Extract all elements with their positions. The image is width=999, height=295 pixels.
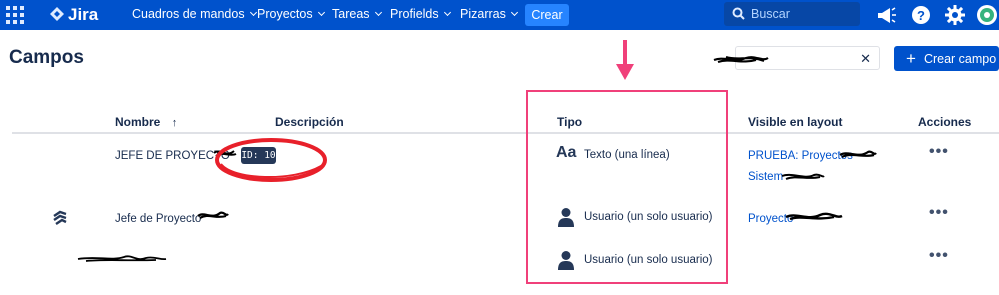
annotation-arrow-down-icon xyxy=(616,40,634,80)
nav-item-dashboards[interactable]: Cuadros de mandos xyxy=(132,7,257,21)
field-name: Jefe de Proyecto xyxy=(115,213,202,225)
redaction-scribble xyxy=(713,55,769,64)
jira-logo-icon xyxy=(50,7,64,21)
settings-icon[interactable] xyxy=(944,4,966,26)
column-header-actions: Acciones xyxy=(918,115,972,129)
redaction-scribble xyxy=(197,211,229,219)
search-placeholder: Buscar xyxy=(751,7,790,21)
annotation-highlight-box xyxy=(526,90,728,284)
field-app-icon xyxy=(53,210,67,225)
column-header-description: Descripción xyxy=(275,115,344,129)
app-switcher-icon[interactable] xyxy=(6,6,24,24)
layout-link[interactable]: Sistem xyxy=(748,171,783,183)
table-header-divider xyxy=(12,132,999,134)
search-input[interactable]: Buscar xyxy=(724,2,860,26)
create-button[interactable]: Crear xyxy=(525,4,569,26)
clear-filter-icon[interactable]: ✕ xyxy=(860,51,871,67)
add-field-label: Crear campo xyxy=(923,52,997,66)
avatar[interactable] xyxy=(976,4,998,26)
column-header-name[interactable]: Nombre ↑ xyxy=(115,115,177,129)
chevron-down-icon xyxy=(510,8,518,17)
search-icon xyxy=(732,7,745,20)
nav-item-projects[interactable]: Proyectos xyxy=(257,7,325,21)
chevron-down-icon xyxy=(443,8,451,17)
add-field-button[interactable]: + Crear campo xyxy=(894,46,999,71)
chevron-down-icon xyxy=(317,8,325,17)
chevron-down-icon xyxy=(249,8,257,17)
nav-item-profields[interactable]: Profields xyxy=(390,7,451,21)
sort-ascending-icon: ↑ xyxy=(171,117,178,129)
nav-item-issues[interactable]: Tareas xyxy=(332,7,382,21)
svg-text:?: ? xyxy=(917,8,925,23)
annotation-circle xyxy=(215,138,327,182)
nav-item-boards[interactable]: Pizarras xyxy=(460,7,518,21)
help-icon[interactable]: ? xyxy=(910,4,932,26)
jira-logo[interactable]: Jira xyxy=(50,5,120,25)
row-actions-button[interactable]: ••• xyxy=(929,143,949,161)
row-actions-button[interactable]: ••• xyxy=(929,247,949,265)
notifications-icon[interactable] xyxy=(875,4,897,26)
chevron-down-icon xyxy=(374,8,382,17)
column-header-visible-in-layout: Visible en layout xyxy=(748,115,843,129)
redaction-scribble xyxy=(785,212,843,221)
redaction-scribble xyxy=(781,173,825,180)
redaction-scribble xyxy=(839,150,877,159)
page-title: Campos xyxy=(9,47,84,68)
plus-icon: + xyxy=(906,49,916,68)
top-navigation-bar: Jira Cuadros de mandos Proyectos Tareas … xyxy=(0,0,999,30)
row-actions-button[interactable]: ••• xyxy=(929,204,949,222)
redaction-scribble xyxy=(77,255,167,262)
logo-text: Jira xyxy=(68,5,99,24)
